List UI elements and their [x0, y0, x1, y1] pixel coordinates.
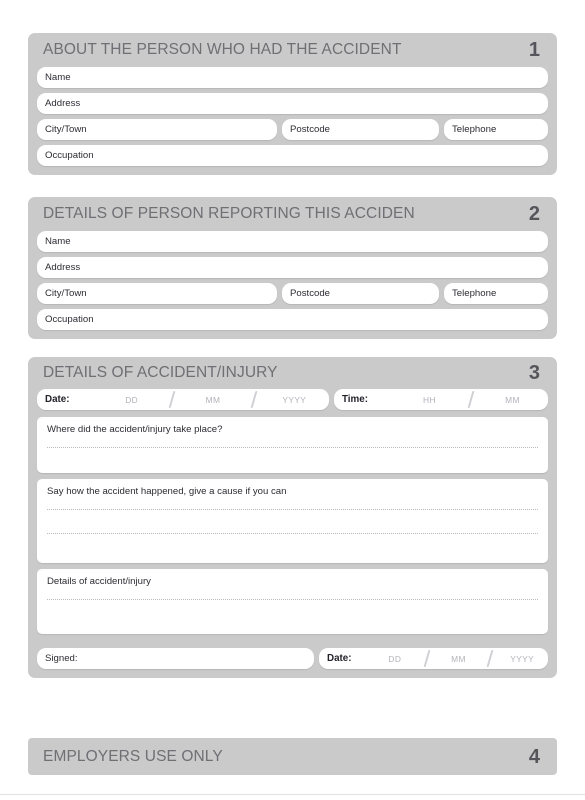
section-title: ABOUT THE PERSON WHO HAD THE ACCIDENT — [43, 41, 402, 58]
section-accident-details: DETAILS OF ACCIDENT/INJURY 3 Date: DD MM… — [28, 357, 557, 678]
field-row-name: Name — [37, 231, 548, 252]
date-time-row: Date: DD MM YYYY Time: HH MM — [37, 389, 548, 410]
field-row-city-postcode-telephone: City/Town Postcode Telephone — [37, 283, 548, 304]
date-month-input[interactable]: MM — [178, 389, 247, 410]
city-label: City/Town — [45, 288, 87, 299]
section-about-person: ABOUT THE PERSON WHO HAD THE ACCIDENT 1 … — [28, 33, 557, 175]
telephone-field[interactable]: Telephone — [444, 283, 548, 304]
telephone-field[interactable]: Telephone — [444, 119, 548, 140]
signature-date-label: Date: — [327, 653, 352, 664]
signature-date-day-input[interactable]: DD — [369, 648, 421, 669]
field-row-address: Address — [37, 257, 548, 278]
details-textarea[interactable]: Details of accident/injury — [37, 569, 548, 634]
signed-label: Signed: — [45, 653, 78, 664]
section-number: 1 — [528, 39, 540, 61]
signed-field[interactable]: Signed: — [37, 648, 314, 669]
accident-date-field[interactable]: Date: DD MM YYYY — [37, 389, 329, 410]
section-number: 3 — [528, 362, 540, 384]
address-field[interactable]: Address — [37, 93, 548, 114]
postcode-label: Postcode — [290, 288, 331, 299]
address-label: Address — [45, 98, 81, 109]
telephone-label: Telephone — [452, 288, 497, 299]
name-field[interactable]: Name — [37, 231, 548, 252]
date-separator-icon — [248, 389, 260, 410]
writing-line — [47, 599, 538, 600]
section-number: 4 — [528, 745, 540, 768]
accident-time-field[interactable]: Time: HH MM — [334, 389, 548, 410]
field-row-name: Name — [37, 67, 548, 88]
address-field[interactable]: Address — [37, 257, 548, 278]
postcode-field[interactable]: Postcode — [282, 283, 439, 304]
field-row-city-postcode-telephone: City/Town Postcode Telephone — [37, 119, 548, 140]
section-employers-use: EMPLOYERS USE ONLY 4 — [28, 738, 557, 775]
section-reporting-person: DETAILS OF PERSON REPORTING THIS ACCIDEN… — [28, 197, 557, 339]
name-label: Name — [45, 236, 71, 247]
how-textarea[interactable]: Say how the accident happened, give a ca… — [37, 479, 548, 563]
postcode-field[interactable]: Postcode — [282, 119, 439, 140]
writing-line — [47, 509, 538, 510]
signature-date-month-input[interactable]: MM — [433, 648, 485, 669]
field-row-occupation: Occupation — [37, 309, 548, 330]
address-label: Address — [45, 262, 81, 273]
details-label: Details of accident/injury — [47, 576, 151, 587]
time-minute-input[interactable]: MM — [477, 389, 548, 410]
date-label: Date: — [45, 394, 70, 405]
occupation-label: Occupation — [45, 314, 94, 325]
field-row-address: Address — [37, 93, 548, 114]
how-label: Say how the accident happened, give a ca… — [47, 486, 287, 497]
where-label: Where did the accident/injury take place… — [47, 424, 223, 435]
time-separator-icon — [465, 389, 477, 410]
section-header: ABOUT THE PERSON WHO HAD THE ACCIDENT 1 — [37, 33, 548, 67]
date-day-input[interactable]: DD — [97, 389, 166, 410]
city-field[interactable]: City/Town — [37, 119, 277, 140]
name-field[interactable]: Name — [37, 67, 548, 88]
writing-line — [47, 533, 538, 534]
signature-date-year-input[interactable]: YYYY — [496, 648, 548, 669]
date-year-input[interactable]: YYYY — [260, 389, 329, 410]
time-label: Time: — [342, 394, 368, 405]
name-label: Name — [45, 72, 71, 83]
date-separator-icon — [421, 648, 433, 669]
date-separator-icon — [484, 648, 496, 669]
writing-line — [47, 447, 538, 448]
where-textarea[interactable]: Where did the accident/injury take place… — [37, 417, 548, 473]
section-number: 2 — [528, 203, 540, 225]
page-bottom-divider — [0, 794, 585, 795]
section-title: DETAILS OF PERSON REPORTING THIS ACCIDEN — [43, 205, 415, 222]
postcode-label: Postcode — [290, 124, 331, 135]
occupation-field[interactable]: Occupation — [37, 309, 548, 330]
city-field[interactable]: City/Town — [37, 283, 277, 304]
occupation-label: Occupation — [45, 150, 94, 161]
time-hour-input[interactable]: HH — [394, 389, 465, 410]
signature-row: Signed: Date: DD MM YYYY — [37, 648, 548, 669]
date-separator-icon — [166, 389, 178, 410]
telephone-label: Telephone — [452, 124, 497, 135]
city-label: City/Town — [45, 124, 87, 135]
occupation-field[interactable]: Occupation — [37, 145, 548, 166]
section-header: DETAILS OF PERSON REPORTING THIS ACCIDEN… — [37, 197, 548, 231]
section-title: DETAILS OF ACCIDENT/INJURY — [43, 364, 278, 381]
section-header: EMPLOYERS USE ONLY 4 — [37, 738, 548, 775]
accident-report-form: ABOUT THE PERSON WHO HAD THE ACCIDENT 1 … — [0, 0, 585, 800]
section-header: DETAILS OF ACCIDENT/INJURY 3 — [37, 357, 548, 389]
section-title: EMPLOYERS USE ONLY — [43, 747, 223, 765]
signature-date-field[interactable]: Date: DD MM YYYY — [319, 648, 548, 669]
field-row-occupation: Occupation — [37, 145, 548, 166]
